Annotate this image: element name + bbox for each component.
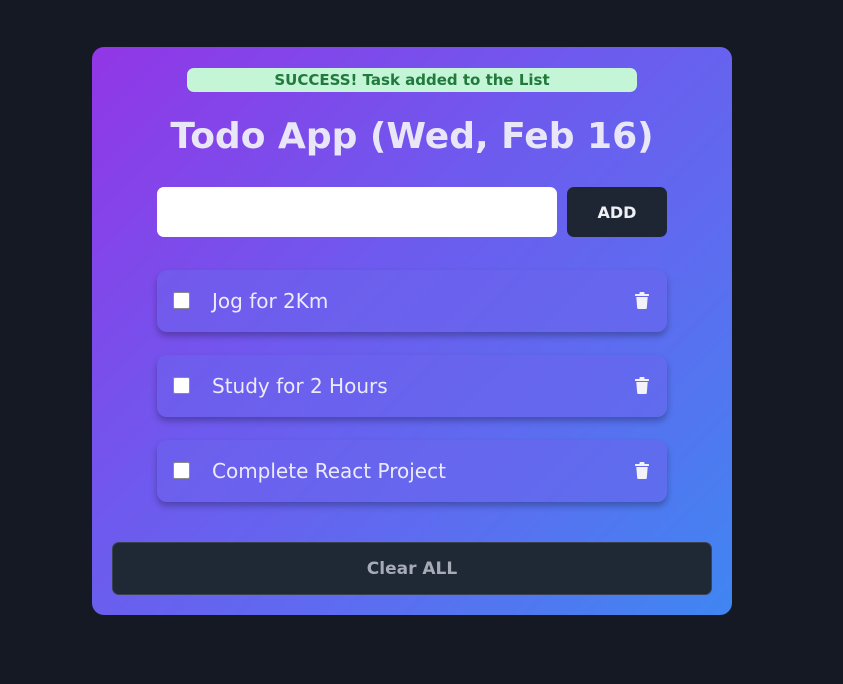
trash-icon[interactable] [635,462,649,479]
todo-card: SUCCESS! Task added to the List Todo App… [92,47,732,615]
page-title: Todo App (Wed, Feb 16) [170,116,654,157]
success-alert: SUCCESS! Task added to the List [187,68,637,92]
trash-icon[interactable] [635,292,649,309]
task-input[interactable] [157,187,557,237]
todo-checkbox[interactable] [173,292,190,309]
todo-item: Jog for 2Km [157,270,667,332]
todo-label: Jog for 2Km [212,289,329,313]
todo-item: Complete React Project [157,440,667,502]
todo-checkbox[interactable] [173,377,190,394]
add-button[interactable]: ADD [567,187,667,237]
todo-item: Study for 2 Hours [157,355,667,417]
todo-label: Complete React Project [212,459,446,483]
trash-icon[interactable] [635,377,649,394]
todo-checkbox[interactable] [173,462,190,479]
todo-label: Study for 2 Hours [212,374,388,398]
clear-all-button[interactable]: Clear ALL [112,542,712,595]
